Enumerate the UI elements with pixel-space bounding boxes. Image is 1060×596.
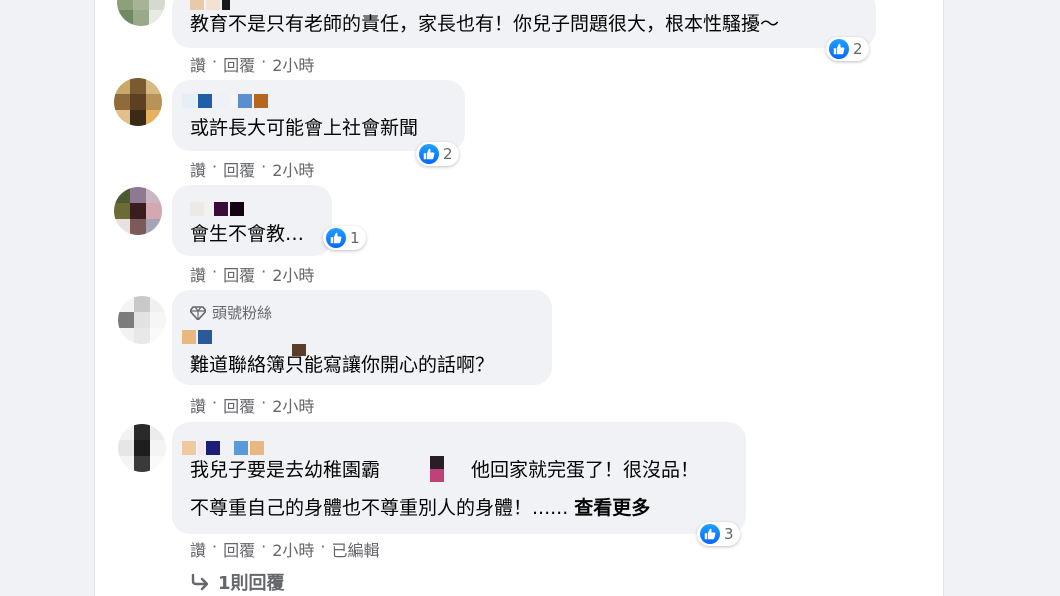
separator: · <box>261 52 267 71</box>
separator: · <box>261 262 267 281</box>
separator: · <box>261 157 267 176</box>
avatar[interactable] <box>114 78 162 126</box>
like-action[interactable]: 讚 <box>190 537 206 561</box>
timestamp[interactable]: 2小時 <box>272 393 314 417</box>
like-action[interactable]: 讚 <box>190 393 206 417</box>
commenter-name-blurred[interactable] <box>182 94 268 108</box>
separator: · <box>261 537 267 556</box>
separator: · <box>320 537 326 556</box>
reply-action[interactable]: 回覆 <box>223 157 255 181</box>
replies-count-label: 1則回覆 <box>218 573 285 594</box>
separator: · <box>212 262 218 281</box>
comment-text: 會生不會教… <box>190 223 305 245</box>
separator: · <box>212 393 218 412</box>
see-more-link[interactable]: 查看更多 <box>574 497 650 519</box>
like-reaction-icon <box>700 524 720 544</box>
reaction-number: 3 <box>724 525 734 543</box>
like-reaction-icon <box>326 228 346 248</box>
reply-action[interactable]: 回覆 <box>223 393 255 417</box>
avatar[interactable] <box>118 296 166 344</box>
reply-action[interactable]: 回覆 <box>223 52 255 76</box>
reaction-count[interactable]: 2 <box>826 37 869 61</box>
separator: · <box>212 52 218 71</box>
like-reaction-icon <box>419 144 439 164</box>
reply-arrow-icon <box>191 573 209 591</box>
reaction-count[interactable]: 3 <box>697 522 740 546</box>
timestamp[interactable]: 2小時 <box>272 52 314 76</box>
comment-text: 或許長大可能會上社會新聞 <box>190 117 419 139</box>
timestamp[interactable]: 2小時 <box>272 537 314 561</box>
comment-actions: 讚 · 回覆 · 2小時 <box>190 157 314 181</box>
like-action[interactable]: 讚 <box>190 52 206 76</box>
comment-actions: 讚 · 回覆 · 2小時 <box>190 393 314 417</box>
avatar[interactable] <box>114 187 162 235</box>
edited-label[interactable]: 已編輯 <box>332 537 380 561</box>
separator: · <box>212 157 218 176</box>
commenter-name-blurred[interactable] <box>190 202 244 216</box>
reaction-number: 1 <box>350 229 360 247</box>
avatar[interactable] <box>118 424 166 472</box>
timestamp[interactable]: 2小時 <box>272 262 314 286</box>
separator: · <box>261 393 267 412</box>
comment-actions: 讚 · 回覆 · 2小時 · 已編輯 <box>190 537 380 561</box>
top-fan-badge[interactable]: 頭號粉絲 <box>190 302 272 323</box>
comment-actions: 讚 · 回覆 · 2小時 <box>190 52 314 76</box>
comment-text-line-1a: 我兒子要是去幼稚園霸 <box>190 459 381 481</box>
comment-actions: 讚 · 回覆 · 2小時 <box>190 262 314 286</box>
badge-label: 頭號粉絲 <box>212 304 273 322</box>
view-replies-link[interactable]: 1則回覆 <box>190 569 285 595</box>
like-reaction-icon <box>829 39 849 59</box>
commenter-name-blurred[interactable] <box>190 0 230 10</box>
inline-blur-mark <box>430 456 444 482</box>
reaction-number: 2 <box>443 145 453 163</box>
comment-text: 難道聯絡簿只能寫讓你開心的話啊？ <box>190 354 495 376</box>
comment-text-line-2-body: 不尊重自己的身體也不尊重別人的身體！...... <box>190 497 569 519</box>
comment-text-line-1b: 他回家就完蛋了！很沒品！ <box>471 459 700 481</box>
reaction-count[interactable]: 2 <box>416 142 459 166</box>
commenter-name-blurred[interactable] <box>182 441 264 455</box>
separator: · <box>212 537 218 556</box>
reply-action[interactable]: 回覆 <box>223 262 255 286</box>
comment-text: 教育不是只有老師的責任，家長也有！你兒子問題很大，根本性騷擾～ <box>190 13 780 35</box>
comment-text-line-2: 不尊重自己的身體也不尊重別人的身體！...... 查看更多 <box>190 496 650 520</box>
diamond-icon <box>190 305 206 320</box>
timestamp[interactable]: 2小時 <box>272 157 314 181</box>
commenter-name-blurred[interactable] <box>182 330 212 344</box>
reply-action[interactable]: 回覆 <box>223 537 255 561</box>
like-action[interactable]: 讚 <box>190 262 206 286</box>
reaction-count[interactable]: 1 <box>323 226 366 250</box>
reaction-number: 2 <box>853 40 863 58</box>
like-action[interactable]: 讚 <box>190 157 206 181</box>
